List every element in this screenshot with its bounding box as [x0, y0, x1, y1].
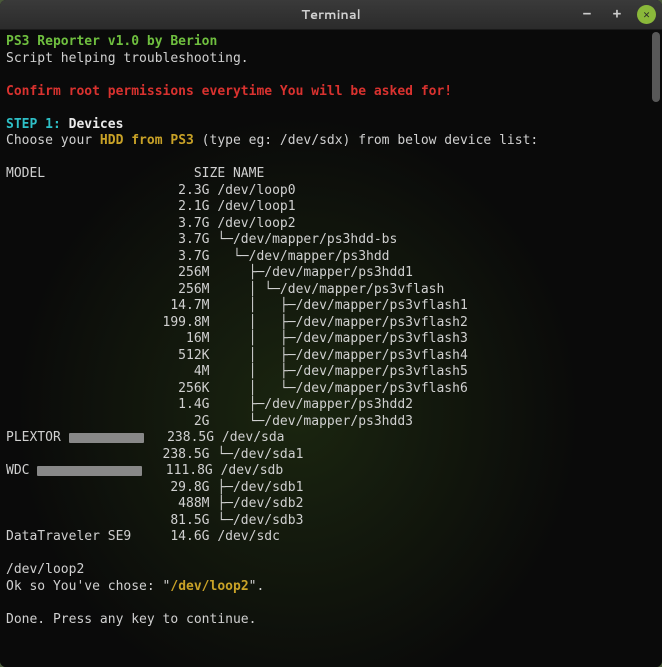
confirm-suffix: ". — [249, 579, 265, 594]
window-title: Terminal — [0, 6, 662, 24]
tagline: Script helping troubleshooting. — [6, 51, 249, 66]
scrollbar[interactable] — [652, 32, 660, 102]
choose-suffix: (type eg: /dev/sdx) from below device li… — [194, 133, 538, 148]
user-input: /dev/loop2 — [6, 562, 84, 577]
terminal-window: Terminal − + ✕ PS3 Reporter v1.0 by Beri… — [0, 0, 662, 667]
table-header: MODEL SIZE NAME — [6, 166, 264, 181]
device-list: 2.3G /dev/loop0 2.1G /dev/loop1 3.7G /de… — [6, 183, 468, 545]
window-controls: − + ✕ — [577, 4, 656, 24]
done-line: Done. Press any key to continue. — [6, 612, 256, 627]
choose-prefix: Choose your — [6, 133, 100, 148]
close-button[interactable]: ✕ — [637, 5, 656, 24]
root-warning: Confirm root permissions everytime You w… — [6, 84, 452, 99]
maximize-button[interactable]: + — [607, 4, 627, 24]
app-name: PS3 Reporter v1.0 by Berion — [6, 34, 217, 49]
titlebar[interactable]: Terminal − + ✕ — [0, 0, 662, 30]
step-title: Devices — [69, 117, 124, 132]
choose-highlight: HDD from PS3 — [100, 133, 194, 148]
confirm-value: /dev/loop2 — [170, 579, 248, 594]
terminal-output[interactable]: PS3 Reporter v1.0 by Berion Script helpi… — [0, 30, 662, 667]
step-label: STEP 1: — [6, 117, 69, 132]
confirm-prefix: Ok so You've chose: " — [6, 579, 170, 594]
minimize-button[interactable]: − — [577, 4, 597, 24]
